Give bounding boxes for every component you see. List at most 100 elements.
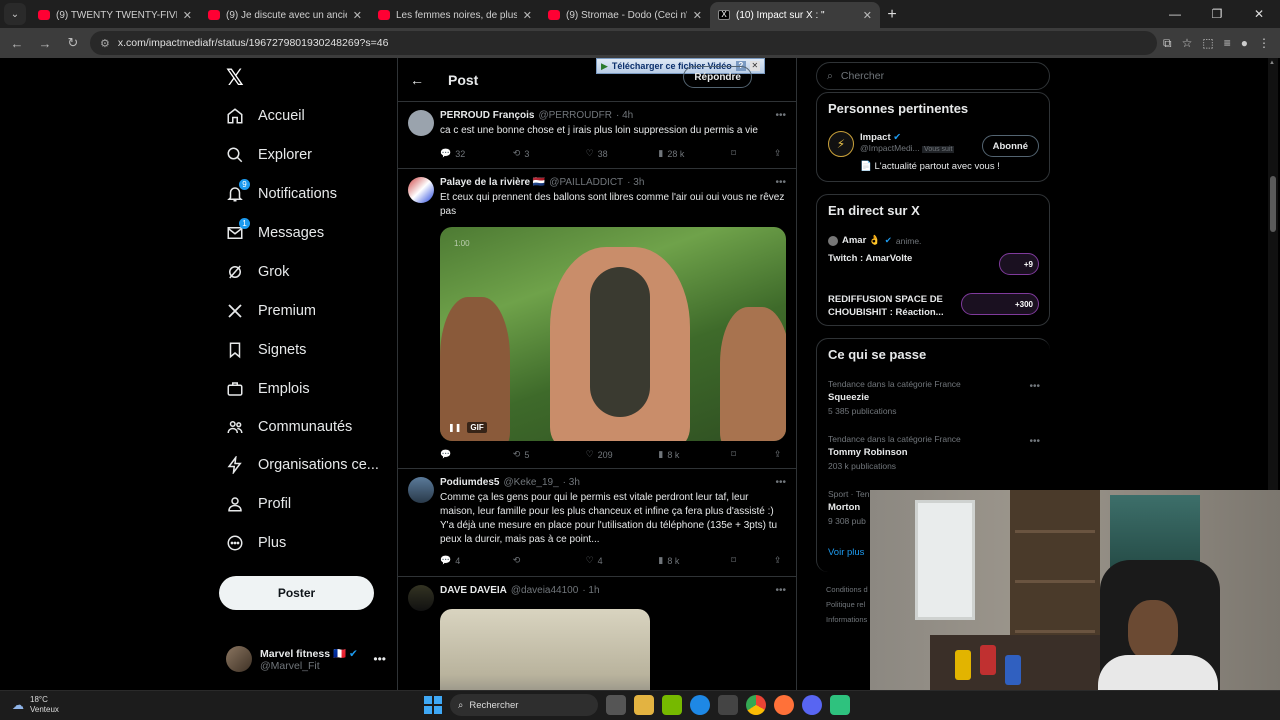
task-view-icon[interactable] (606, 695, 626, 715)
discord-icon[interactable] (802, 695, 822, 715)
site-info-icon[interactable]: ⚙ (100, 37, 110, 50)
tweet-time[interactable]: · 4h (616, 110, 633, 121)
tweet-image[interactable] (440, 609, 650, 690)
tweet[interactable]: Podiumdes5 @Keke_19_ · 3h ••• Comme ça l… (398, 469, 796, 577)
pause-icon[interactable]: ❚❚ (448, 423, 461, 432)
tweet-author[interactable]: Palaye de la rivière 🇳🇱 (440, 177, 545, 188)
forward-icon[interactable]: → (34, 32, 56, 54)
more-icon[interactable]: ••• (1029, 381, 1040, 392)
live-item-title[interactable]: Twitch : AmarVolte (828, 253, 912, 264)
back-arrow-icon[interactable]: ← (410, 72, 424, 88)
repost-action[interactable]: ⟲ (513, 555, 557, 566)
scrollbar-thumb[interactable] (1270, 176, 1276, 232)
like-action[interactable]: ♡ 209 (586, 449, 630, 460)
start-button[interactable] (424, 696, 442, 714)
account-switcher[interactable]: Marvel fitness 🇫🇷 ✔ @Marvel_Fit ••• (226, 644, 386, 674)
extensions-icon[interactable]: ⬚ (1202, 36, 1213, 51)
views-action[interactable]: ▮ 8 k (658, 449, 702, 460)
media-icon[interactable]: ≡ (1224, 36, 1231, 51)
nav-item-communities[interactable]: Communautés (226, 412, 352, 442)
views-action[interactable]: ▮ 8 k (658, 555, 702, 566)
profile-icon[interactable]: ● (1241, 36, 1248, 51)
tweet-handle[interactable]: @PAILLADDICT (549, 177, 623, 188)
reload-icon[interactable]: ↻ (62, 32, 84, 54)
nav-item-premium[interactable]: Premium (226, 296, 316, 326)
trend-item[interactable]: Tendance dans la catégorie France Squeez… (828, 379, 961, 416)
close-window-icon[interactable]: ✕ (1238, 0, 1280, 28)
nav-item-messages[interactable]: 1 Messages (226, 218, 324, 248)
show-more-link[interactable]: Voir plus (828, 547, 864, 558)
bookmark-star-icon[interactable]: ☆ (1182, 36, 1193, 51)
more-icon[interactable]: ••• (373, 652, 386, 666)
bookmark-action[interactable]: ⌑ (731, 449, 745, 460)
post-button[interactable]: Poster (219, 576, 374, 610)
menu-icon[interactable]: ⋮ (1258, 36, 1270, 51)
new-tab-button[interactable]: + (880, 2, 904, 28)
tweet-author[interactable]: DAVE DAVEIA (440, 585, 507, 596)
browser-tab[interactable]: (9) Je discute avec un ancien de ✕ (200, 2, 370, 28)
like-action[interactable]: ♡ 4 (586, 555, 630, 566)
more-icon[interactable]: ••• (775, 110, 786, 121)
scroll-up-icon[interactable]: ▲ (1269, 60, 1275, 66)
share-action[interactable]: ⇪ (774, 449, 788, 460)
nav-item-grok[interactable]: Grok (226, 257, 289, 287)
nav-item-home[interactable]: Accueil (226, 101, 305, 131)
nvidia-icon[interactable] (662, 695, 682, 715)
taskbar-search[interactable]: ⌕ Rechercher (450, 694, 598, 716)
repost-action[interactable]: ⟲ 3 (513, 148, 557, 159)
more-icon[interactable]: ••• (775, 585, 786, 596)
tweet-gif[interactable]: 1:00 ❚❚ GIF (440, 227, 786, 441)
tweet-handle[interactable]: @PERROUDFR (538, 110, 612, 121)
tweet-handle[interactable]: @Keke_19_ (503, 477, 558, 488)
live-item-title[interactable]: REDIFFUSION SPACE DE CHOUBISHIT : Réacti… (828, 293, 958, 319)
browser-tab[interactable]: (9) TWENTY TWENTY-FIVE ⭐ ✕ (30, 2, 200, 28)
footer-link[interactable]: Politique rel (826, 597, 868, 612)
file-explorer-icon[interactable] (634, 695, 654, 715)
trend-item[interactable]: Tendance dans la catégorie France Tommy … (828, 434, 961, 471)
bookmark-action[interactable]: ⌑ (731, 148, 745, 159)
close-tab-icon[interactable]: ✕ (353, 9, 362, 22)
app-icon[interactable] (830, 695, 850, 715)
browser-tab[interactable]: (9) Stromae - Dodo (Ceci n'est ✕ (540, 2, 710, 28)
back-icon[interactable]: ← (6, 32, 28, 54)
tab-search-button[interactable]: ⌄ (4, 3, 26, 25)
like-action[interactable]: ♡ 38 (586, 148, 630, 159)
tweet[interactable]: PERROUD François @PERROUDFR · 4h ••• ca … (398, 102, 796, 169)
tweet-author[interactable]: PERROUD François (440, 110, 534, 121)
live-listeners-pill[interactable]: +9 (999, 253, 1039, 275)
close-tab-icon[interactable]: ✕ (863, 9, 872, 22)
bookmark-action[interactable]: ⌑ (731, 555, 745, 566)
tweet-author[interactable]: Podiumdes5 (440, 477, 499, 488)
reply-action[interactable]: 💬 4 (440, 555, 484, 566)
restore-icon[interactable]: ❐ (1196, 0, 1238, 28)
nav-item-notifications[interactable]: 9 Notifications (226, 179, 337, 209)
search-input[interactable]: ⌕ Chercher (816, 62, 1050, 90)
tweet[interactable]: Palaye de la rivière 🇳🇱 @PAILLADDICT · 3… (398, 169, 796, 469)
repost-action[interactable]: ⟲ 5 (513, 449, 557, 460)
nav-item-explore[interactable]: Explorer (226, 140, 312, 170)
reply-action[interactable]: 💬 32 (440, 148, 484, 159)
chrome-icon[interactable] (746, 695, 766, 715)
views-action[interactable]: ▮ 28 k (658, 148, 702, 159)
edge-icon[interactable] (690, 695, 710, 715)
nav-item-jobs[interactable]: Emplois (226, 374, 310, 404)
weather-widget[interactable]: ☁ 18°C Venteux (12, 695, 59, 715)
more-icon[interactable]: ••• (775, 177, 786, 188)
tweet[interactable]: DAVE DAVEIA @daveia44100 · 1h ••• (398, 577, 796, 690)
share-action[interactable]: ⇪ (774, 555, 788, 566)
tweet-time[interactable]: · 3h (627, 177, 644, 188)
nav-item-more[interactable]: Plus (226, 528, 286, 558)
nav-item-organizations[interactable]: Organisations ce... (226, 450, 379, 480)
address-bar[interactable]: ⚙ x.com/impactmediafr/status/19672798019… (90, 31, 1158, 55)
tweet-handle[interactable]: @daveia44100 (511, 585, 578, 596)
close-tab-icon[interactable]: ✕ (523, 9, 532, 22)
close-tab-icon[interactable]: ✕ (183, 9, 192, 22)
x-logo-icon[interactable]: 𝕏 (226, 66, 244, 91)
share-action[interactable]: ⇪ (774, 148, 788, 159)
footer-link[interactable]: Informations (826, 612, 868, 627)
live-listeners-pill[interactable]: +300 (961, 293, 1039, 315)
close-tab-icon[interactable]: ✕ (693, 9, 702, 22)
reply-action[interactable]: 💬 (440, 449, 484, 460)
more-icon[interactable]: ••• (1029, 436, 1040, 447)
close-icon[interactable]: ✕ (749, 61, 760, 71)
